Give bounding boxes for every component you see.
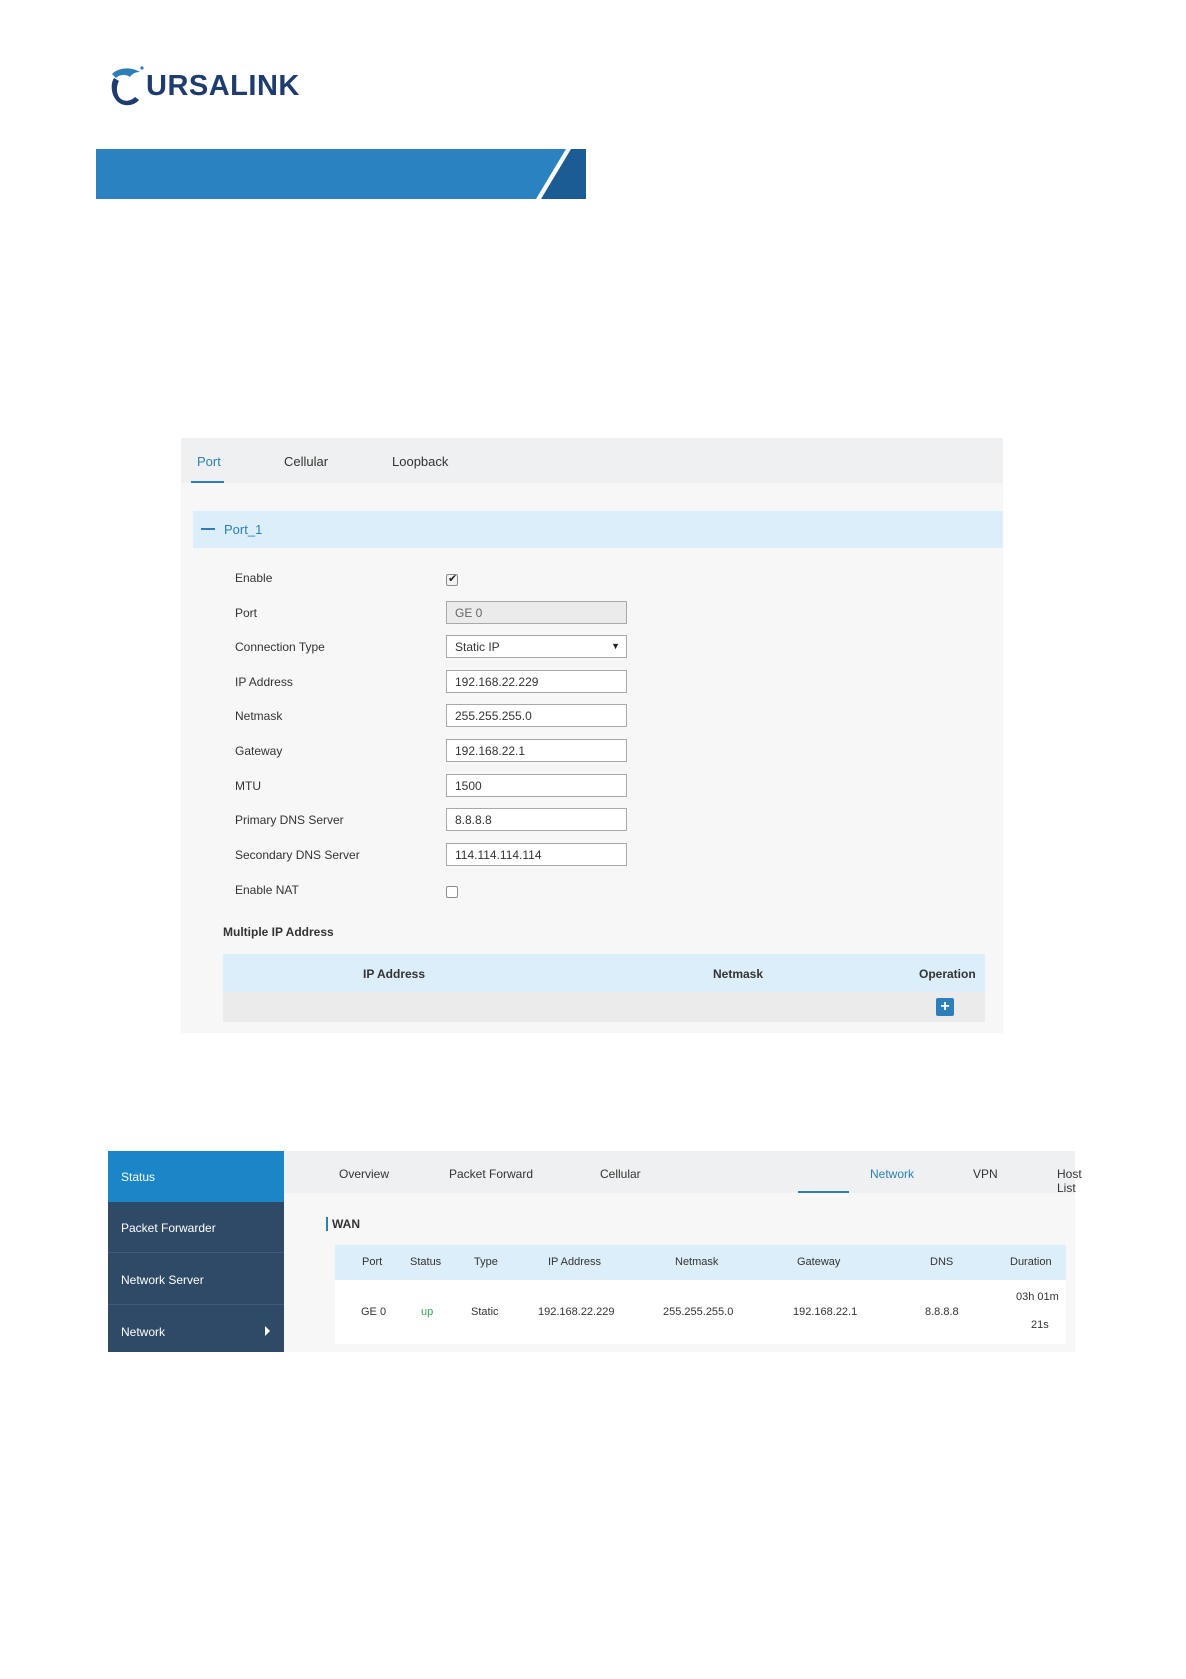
cell-duration-seconds: 21s: [1031, 1319, 1049, 1331]
ip-address-label: IP Address: [235, 675, 293, 689]
sidebar-item-network[interactable]: Network: [108, 1306, 284, 1357]
tab-network[interactable]: Network: [870, 1167, 914, 1181]
sidebar: Status Packet Forwarder Network Server N…: [108, 1151, 284, 1352]
gateway-label: Gateway: [235, 744, 283, 758]
port-field: GE 0: [446, 601, 627, 624]
gateway-input[interactable]: 192.168.22.1: [446, 739, 627, 762]
tab-cellular[interactable]: Cellular: [600, 1167, 641, 1181]
sidebar-item-label: Network Server: [121, 1273, 204, 1287]
connection-type-label: Connection Type: [235, 640, 325, 654]
sidebar-item-label: Network: [121, 1325, 166, 1339]
tab-loopback[interactable]: Loopback: [392, 454, 448, 469]
section-title: Port_1: [224, 522, 263, 537]
multiple-ip-add-row: +: [223, 992, 985, 1022]
enable-nat-checkbox[interactable]: [446, 886, 458, 898]
active-tab-indicator: [191, 481, 224, 483]
tab-packet-forward[interactable]: Packet Forward: [449, 1167, 533, 1181]
primary-dns-input[interactable]: 8.8.8.8: [446, 808, 627, 831]
status-network-panel: Status Packet Forwarder Network Server N…: [108, 1151, 1082, 1352]
column-netmask: Netmask: [713, 967, 764, 981]
column-duration: Duration: [1010, 1256, 1052, 1268]
ursalink-logo: URSALINK: [108, 64, 300, 108]
dropdown-arrow-icon: ▼: [611, 641, 620, 651]
mtu-label: MTU: [235, 779, 261, 793]
wan-title-marker: [326, 1217, 328, 1231]
mtu-input[interactable]: 1500: [446, 774, 627, 797]
sidebar-item-network-server[interactable]: Network Server: [108, 1254, 284, 1305]
column-operation: Operation: [919, 967, 976, 981]
cell-port: GE 0: [361, 1306, 387, 1318]
tab-host-list[interactable]: Host List: [1057, 1167, 1082, 1195]
tab-overview[interactable]: Overview: [339, 1167, 389, 1181]
connection-type-select[interactable]: Static IP ▼: [446, 635, 627, 658]
cell-type: Static: [471, 1306, 499, 1318]
cell-gateway: 192.168.22.1: [793, 1306, 858, 1318]
enable-nat-label: Enable NAT: [235, 883, 299, 897]
cell-ip-address: 192.168.22.229: [538, 1306, 615, 1318]
cell-duration-hours: 03h 01m: [1016, 1291, 1059, 1303]
enable-label: Enable: [235, 571, 273, 585]
column-gateway: Gateway: [797, 1256, 841, 1268]
column-netmask: Netmask: [675, 1256, 719, 1268]
chevron-right-icon: [265, 1326, 270, 1336]
column-ip-address: IP Address: [363, 967, 426, 981]
primary-dns-label: Primary DNS Server: [235, 813, 344, 827]
sidebar-item-packet-forwarder[interactable]: Packet Forwarder: [108, 1202, 284, 1253]
column-ip-address: IP Address: [548, 1256, 601, 1268]
wan-title: WAN: [332, 1217, 360, 1231]
port-config-tabs: Port Cellular Loopback: [181, 438, 1003, 483]
sidebar-item-status[interactable]: Status: [108, 1151, 284, 1202]
port-1-section-header[interactable]: Port_1: [193, 511, 1003, 548]
active-tab-indicator: [798, 1191, 849, 1193]
cell-dns: 8.8.8.8: [925, 1306, 959, 1318]
bear-logo-icon: [111, 66, 144, 106]
tab-vpn[interactable]: VPN: [973, 1167, 998, 1181]
secondary-dns-input[interactable]: 114.114.114.114: [446, 843, 627, 866]
cell-status: up: [421, 1306, 434, 1318]
table-row: GE 0 up Static 192.168.22.229 255.255.25…: [335, 1280, 1066, 1344]
secondary-dns-label: Secondary DNS Server: [235, 848, 360, 862]
column-port: Port: [362, 1256, 383, 1268]
cell-netmask: 255.255.255.0: [663, 1306, 734, 1318]
checkmark-icon: ✔: [448, 573, 458, 585]
header-banner: [96, 149, 586, 199]
netmask-label: Netmask: [235, 709, 283, 723]
logo-text: URSALINK: [146, 69, 300, 102]
multiple-ip-title: Multiple IP Address: [223, 925, 334, 939]
tab-cellular[interactable]: Cellular: [284, 454, 328, 469]
column-status: Status: [410, 1256, 442, 1268]
enable-checkbox[interactable]: ✔: [446, 573, 458, 586]
netmask-input[interactable]: 255.255.255.0: [446, 704, 627, 727]
collapse-icon[interactable]: [201, 528, 215, 530]
column-type: Type: [474, 1256, 498, 1268]
multiple-ip-table-header: IP Address Netmask Operation: [223, 954, 985, 992]
status-tabs: Overview Packet Forward Cellular Network…: [284, 1151, 1082, 1195]
plus-icon[interactable]: +: [936, 998, 954, 1016]
port-config-panel: Port Cellular Loopback Port_1 Enable ✔ P…: [181, 438, 1003, 1033]
tab-port[interactable]: Port: [197, 454, 221, 469]
ip-address-input[interactable]: 192.168.22.229: [446, 670, 627, 693]
sidebar-item-label: Status: [121, 1170, 156, 1184]
column-dns: DNS: [930, 1256, 954, 1268]
wan-table-header: Port Status Type IP Address Netmask Gate…: [335, 1245, 1066, 1280]
sidebar-item-label: Packet Forwarder: [121, 1221, 216, 1235]
connection-type-value: Static IP: [455, 640, 500, 654]
port-label: Port: [235, 606, 258, 620]
